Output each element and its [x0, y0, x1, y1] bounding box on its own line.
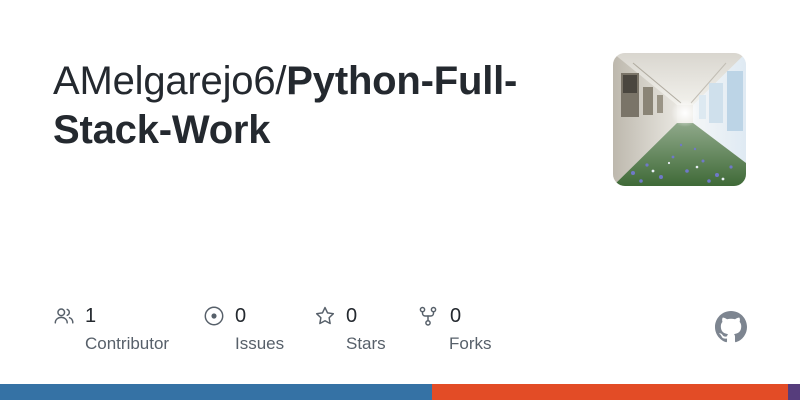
star-count: 0	[346, 305, 358, 327]
star-icon	[315, 306, 335, 325]
repo-stats: 1 Contributor 0 Issues 0 Stars 0 Forks	[0, 304, 800, 364]
fork-label: Forks	[449, 334, 492, 353]
repo-social-card: AMelgarejo6/Python-Full- Stack-Work 1 Co…	[0, 0, 800, 400]
language-segment	[432, 384, 788, 400]
repo-avatar-image	[613, 53, 746, 186]
language-segment	[0, 384, 432, 400]
star-label: Stars	[346, 334, 386, 353]
hallway-illustration	[613, 53, 746, 186]
issue-label: Issues	[235, 334, 285, 353]
repo-name-line1: Python-Full-	[286, 59, 518, 103]
contributor-label: Contributor	[85, 334, 170, 353]
issue-icon	[204, 306, 224, 326]
issue-count: 0	[235, 305, 247, 327]
repo-owner: AMelgarejo6/	[53, 59, 287, 103]
fork-count: 0	[450, 305, 462, 327]
github-logo-icon[interactable]	[715, 311, 747, 343]
repo-name-line2: Stack-Work	[53, 108, 271, 152]
language-segment	[788, 384, 800, 400]
repo-title: AMelgarejo6/Python-Full- Stack-Work	[53, 57, 573, 155]
contributor-count: 1	[85, 305, 97, 327]
language-bar	[0, 384, 800, 400]
fork-icon	[419, 306, 437, 326]
people-icon	[54, 308, 74, 324]
